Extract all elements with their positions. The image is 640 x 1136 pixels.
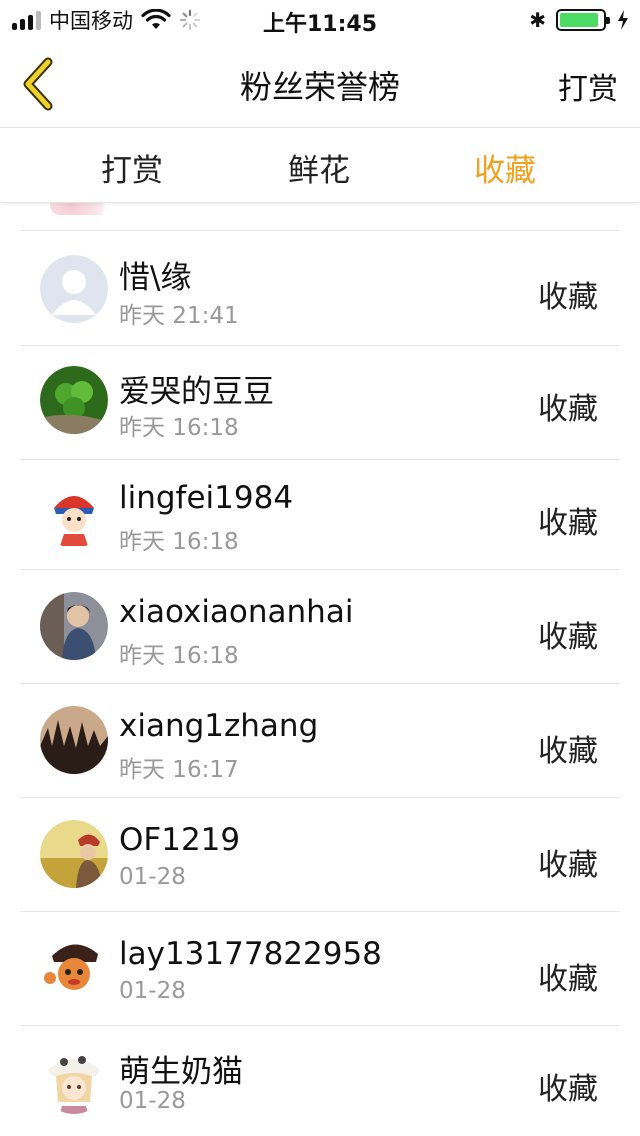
timestamp: 昨天 16:17 bbox=[119, 757, 239, 783]
list-item[interactable]: 萌生奶猫 01-28 收藏 bbox=[20, 1026, 620, 1136]
timestamp: 01-28 bbox=[119, 1088, 186, 1114]
favorite-label: 收藏 bbox=[538, 848, 598, 883]
user-name: 爱哭的豆豆 bbox=[119, 374, 274, 410]
tab-favorites[interactable]: 收藏 bbox=[474, 145, 536, 190]
tab-reward[interactable]: 打赏 bbox=[101, 145, 163, 190]
timestamp: 昨天 16:18 bbox=[119, 529, 239, 555]
user-name: lingfei1984 bbox=[119, 480, 294, 516]
user-name: 萌生奶猫 bbox=[119, 1054, 243, 1090]
list-item-partial bbox=[20, 203, 620, 231]
fan-list[interactable]: 惜\缘 昨天 21:41 收藏 爱哭的豆豆 昨天 16:18 收藏 lingfe… bbox=[0, 203, 640, 1136]
favorite-label: 收藏 bbox=[538, 506, 598, 541]
user-name: xiang1zhang bbox=[119, 708, 319, 744]
list-item[interactable]: xiaoxiaonanhai 昨天 16:18 收藏 bbox=[20, 570, 620, 684]
back-button[interactable] bbox=[18, 56, 58, 112]
field-girl-photo-avatar bbox=[40, 820, 108, 888]
status-right: ✱ bbox=[529, 6, 630, 34]
favorite-label: 收藏 bbox=[538, 734, 598, 769]
timestamp: 昨天 16:18 bbox=[119, 643, 239, 669]
list-item[interactable]: lingfei1984 昨天 16:18 收藏 bbox=[20, 456, 620, 570]
bluetooth-icon: ✱ bbox=[529, 8, 546, 32]
cartoon-boy-hat-avatar bbox=[40, 934, 108, 1002]
tab-flowers[interactable]: 鲜花 bbox=[288, 145, 350, 190]
clover-photo-avatar bbox=[40, 366, 108, 434]
timestamp: 01-28 bbox=[119, 978, 186, 1004]
list-item[interactable]: OF1219 01-28 收藏 bbox=[20, 798, 620, 912]
partial-avatar bbox=[50, 203, 120, 215]
favorite-label: 收藏 bbox=[538, 1072, 598, 1107]
cartoon-girl-avatar bbox=[40, 480, 108, 548]
default-user-avatar bbox=[40, 255, 108, 323]
user-name: 惜\缘 bbox=[119, 260, 192, 296]
battery-icon bbox=[556, 9, 610, 31]
favorite-label: 收藏 bbox=[538, 620, 598, 655]
timestamp: 01-28 bbox=[119, 864, 186, 890]
favorite-label: 收藏 bbox=[538, 280, 598, 315]
list-item[interactable]: 爱哭的豆豆 昨天 16:18 收藏 bbox=[20, 346, 620, 460]
tab-bar: 打赏 鲜花 收藏 bbox=[0, 129, 640, 203]
list-item[interactable]: xiang1zhang 昨天 16:17 收藏 bbox=[20, 684, 620, 798]
page-title: 粉丝荣誉榜 bbox=[239, 68, 400, 106]
concert-crowd-avatar bbox=[40, 706, 108, 774]
favorite-label: 收藏 bbox=[538, 962, 598, 997]
navigation-bar: 粉丝荣誉榜 打赏 bbox=[0, 40, 640, 128]
timestamp: 昨天 16:18 bbox=[119, 415, 239, 441]
user-name: lay13177822958 bbox=[119, 936, 382, 972]
charging-bolt-icon bbox=[618, 10, 628, 30]
list-item[interactable]: lay13177822958 01-28 收藏 bbox=[20, 912, 620, 1026]
list-item[interactable]: 惜\缘 昨天 21:41 收藏 bbox=[20, 232, 620, 346]
battery-level-fill bbox=[560, 13, 598, 27]
young-man-photo-avatar bbox=[40, 592, 108, 660]
user-name: OF1219 bbox=[119, 822, 241, 858]
status-bar: 中国移动 上午11:45 ✱ bbox=[0, 0, 640, 40]
timestamp: 昨天 21:41 bbox=[119, 303, 239, 329]
favorite-label: 收藏 bbox=[538, 392, 598, 427]
anime-girl-cat-hat-avatar bbox=[40, 1046, 108, 1114]
reward-button[interactable]: 打赏 bbox=[558, 64, 618, 108]
user-name: xiaoxiaonanhai bbox=[119, 594, 354, 630]
